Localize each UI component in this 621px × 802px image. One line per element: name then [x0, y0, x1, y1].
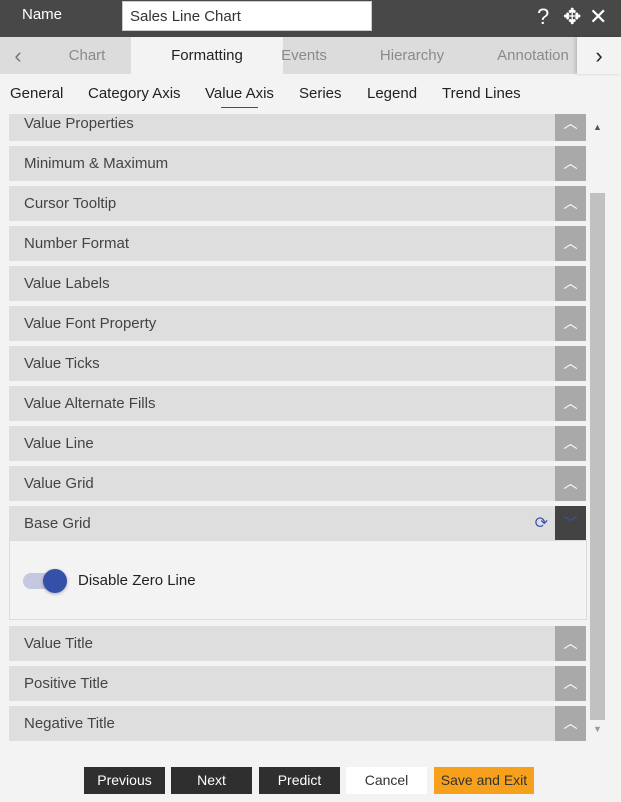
subtab-category-axis[interactable]: Category Axis [88, 85, 181, 102]
subtab-legend[interactable]: Legend [367, 85, 417, 102]
chevron-up-icon[interactable]: ︿ [555, 386, 586, 421]
tab-chart[interactable]: Chart [50, 37, 124, 74]
chevron-up-icon[interactable]: ︿ [555, 226, 586, 261]
section-positive-title[interactable]: Positive Title ︿ [9, 666, 586, 701]
chevron-up-icon[interactable]: ︿ [555, 266, 586, 301]
tab-formatting[interactable]: Formatting [131, 37, 283, 74]
tabs-prev-arrow-icon[interactable]: ‹ [0, 37, 36, 74]
tab-events[interactable]: Events [268, 37, 340, 74]
header-bar: Name ? ✥ ✕ [0, 0, 621, 37]
help-icon[interactable]: ? [537, 4, 549, 30]
predict-button[interactable]: Predict [259, 767, 340, 794]
section-value-font-property[interactable]: Value Font Property ︿ [9, 306, 586, 341]
section-value-alternate-fills[interactable]: Value Alternate Fills ︿ [9, 386, 586, 421]
section-value-line[interactable]: Value Line ︿ [9, 426, 586, 461]
chevron-up-icon[interactable]: ︿ [555, 426, 586, 461]
chevron-up-icon[interactable]: ︿ [555, 706, 586, 741]
chevron-up-icon[interactable]: ︿ [555, 186, 586, 221]
base-grid-body: Disable Zero Line [9, 540, 587, 620]
save-and-exit-button[interactable]: Save and Exit [434, 767, 534, 794]
move-icon[interactable]: ✥ [563, 4, 581, 30]
main-tabs: ‹ Chart Formatting Events Hierarchy Anno… [0, 37, 621, 74]
tab-hierarchy[interactable]: Hierarchy [365, 37, 459, 74]
chevron-up-icon[interactable]: ︿ [555, 346, 586, 381]
chevron-down-icon[interactable]: ﹀ [555, 506, 586, 541]
chevron-up-icon[interactable]: ︿ [555, 306, 586, 341]
section-value-properties[interactable]: Value Properties ︿ [9, 114, 586, 141]
disable-zero-line-label: Disable Zero Line [78, 572, 196, 589]
chevron-up-icon[interactable]: ︿ [555, 114, 586, 141]
subtab-trend-lines[interactable]: Trend Lines [442, 85, 521, 102]
name-input[interactable] [122, 1, 372, 31]
section-value-labels[interactable]: Value Labels ︿ [9, 266, 586, 301]
section-list: Value Properties ︿ Minimum & Maximum ︿ Cur… [9, 114, 587, 741]
chevron-up-icon[interactable]: ︿ [555, 466, 586, 501]
subtab-value-axis[interactable]: Value Axis [205, 85, 274, 108]
section-number-format[interactable]: Number Format ︿ [9, 226, 586, 261]
subtab-general[interactable]: General [10, 85, 63, 102]
section-minimum-maximum[interactable]: Minimum & Maximum ︿ [9, 146, 586, 181]
subtab-series[interactable]: Series [299, 85, 342, 102]
section-value-title[interactable]: Value Title ︿ [9, 626, 586, 661]
chevron-up-icon[interactable]: ︿ [555, 626, 586, 661]
scrollbar-thumb[interactable] [590, 193, 605, 720]
sub-tabs: General Category Axis Value Axis Series … [0, 74, 621, 114]
disable-zero-line-toggle[interactable] [23, 568, 67, 594]
chevron-up-icon[interactable]: ︿ [555, 666, 586, 701]
name-label: Name [22, 6, 63, 23]
section-value-grid[interactable]: Value Grid ︿ [9, 466, 586, 501]
scrollbar[interactable]: ▲ ▼ [589, 118, 606, 741]
section-value-ticks[interactable]: Value Ticks ︿ [9, 346, 586, 381]
scroll-up-icon[interactable]: ▲ [593, 122, 602, 132]
previous-button[interactable]: Previous [84, 767, 165, 794]
next-button[interactable]: Next [171, 767, 252, 794]
chevron-up-icon[interactable]: ︿ [555, 146, 586, 181]
section-base-grid[interactable]: Base Grid ⟳ ﹀ [9, 506, 586, 541]
scroll-down-icon[interactable]: ▼ [593, 724, 602, 734]
section-negative-title[interactable]: Negative Title ︿ [9, 706, 586, 741]
section-cursor-tooltip[interactable]: Cursor Tooltip ︿ [9, 186, 586, 221]
close-icon[interactable]: ✕ [589, 4, 607, 30]
reset-icon[interactable]: ⟳ [535, 513, 548, 533]
tabs-next-arrow-icon[interactable]: › [577, 37, 621, 74]
cancel-button[interactable]: Cancel [346, 767, 427, 794]
tab-annotation[interactable]: Annotation [488, 37, 578, 74]
